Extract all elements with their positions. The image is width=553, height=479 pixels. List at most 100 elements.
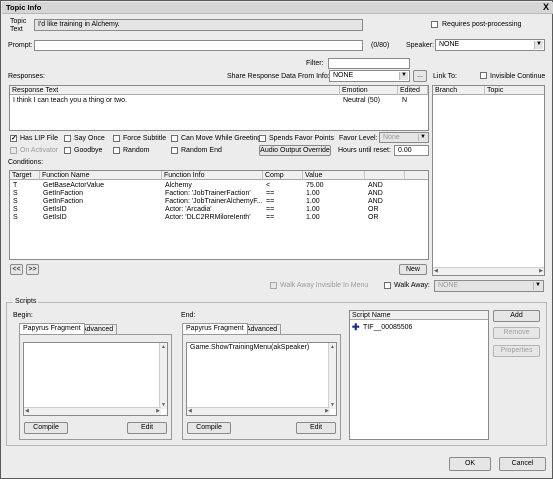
scroll-up-icon[interactable]: ▲ bbox=[330, 344, 335, 350]
begin-vscrollbar[interactable]: ▲ ▼ bbox=[159, 343, 167, 409]
condition-info-cell: Faction: 'JobTrainerFaction' bbox=[165, 190, 251, 197]
end-hscrollbar[interactable]: ◀ ▶ bbox=[187, 407, 330, 415]
favor-level-value: None bbox=[383, 134, 400, 141]
table-row[interactable]: S GetIsID Actor: 'Arcadia' == 1.00 OR bbox=[10, 206, 428, 214]
requires-post-processing-checkbox[interactable] bbox=[431, 21, 438, 28]
close-icon[interactable]: X bbox=[543, 2, 549, 12]
force-subtitle-checkbox[interactable] bbox=[113, 135, 120, 142]
responses-list[interactable]: Response Text Emotion Edited I think I c… bbox=[9, 85, 429, 131]
speaker-label: Speaker: bbox=[406, 42, 435, 49]
begin-edit-button[interactable]: Edit bbox=[127, 422, 167, 434]
table-row[interactable]: T GetBaseActorValue Alchemy <75.00 AND bbox=[10, 182, 428, 190]
goodbye-label: Goodbye bbox=[74, 147, 103, 154]
conditions-list[interactable]: Target Function Name Function Info Comp … bbox=[9, 170, 429, 260]
end-compile-button[interactable]: Compile bbox=[187, 422, 231, 434]
scroll-down-icon[interactable]: ▼ bbox=[330, 402, 335, 408]
col-target[interactable]: Target bbox=[10, 171, 40, 180]
table-row[interactable]: S GetInFaction Faction: 'JobTrainerAlchemy… bbox=[10, 198, 428, 206]
col-comp[interactable]: Comp bbox=[263, 171, 303, 180]
random-end-label: Random End bbox=[181, 147, 222, 154]
say-once-checkbox[interactable] bbox=[64, 135, 71, 142]
col-topic[interactable]: Topic bbox=[485, 86, 544, 95]
filter-input[interactable] bbox=[328, 58, 410, 69]
table-row[interactable]: S GetInFaction Faction: 'JobTrainerFaction… bbox=[10, 190, 428, 198]
end-vscrollbar[interactable]: ▲ ▼ bbox=[328, 343, 336, 409]
has-lip-file-label: Has LIP File bbox=[20, 135, 58, 142]
cancel-button[interactable]: Cancel bbox=[499, 457, 546, 471]
condition-target-cell: S bbox=[13, 214, 18, 221]
chevron-down-icon: ▼ bbox=[534, 41, 543, 49]
share-response-browse-button[interactable]: ... bbox=[413, 70, 427, 82]
col-branch[interactable]: Branch bbox=[433, 86, 485, 95]
goodbye-checkbox[interactable] bbox=[64, 147, 71, 154]
share-response-dropdown[interactable]: NONE ▼ bbox=[329, 70, 410, 82]
condition-logic-cell: OR bbox=[368, 206, 379, 213]
prompt-count: (0/80) bbox=[371, 42, 390, 49]
col-function-info[interactable]: Function Info bbox=[162, 171, 263, 180]
scroll-right-icon[interactable]: ▶ bbox=[539, 268, 543, 274]
scroll-up-icon[interactable]: ▲ bbox=[161, 344, 166, 350]
conditions-prev-button[interactable]: << bbox=[10, 264, 23, 275]
prompt-input[interactable] bbox=[34, 40, 363, 51]
random-checkbox[interactable] bbox=[113, 147, 120, 154]
topic-info-window: Topic Info X Topic Text I'd like trainin… bbox=[0, 0, 553, 479]
condition-info-cell: Actor: 'Arcadia' bbox=[165, 206, 212, 213]
script-list[interactable]: Script Name ✚ TIF__00085506 bbox=[349, 310, 489, 440]
response-edited-cell: N bbox=[402, 97, 408, 104]
hours-until-reset-label: Hours until reset: bbox=[338, 147, 391, 154]
scroll-right-icon[interactable]: ▶ bbox=[325, 408, 329, 414]
end-tab-papyrus-fragment[interactable]: Papyrus Fragment bbox=[182, 323, 248, 334]
on-activator-checkbox bbox=[10, 147, 17, 154]
begin-script-textarea[interactable]: ▲ ▼ ◀ ▶ bbox=[23, 342, 168, 416]
random-end-checkbox[interactable] bbox=[171, 147, 178, 154]
can-move-while-greeting-checkbox[interactable] bbox=[171, 135, 178, 142]
col-emotion[interactable]: Emotion bbox=[340, 86, 398, 95]
table-row[interactable]: I think I can teach you a thing or two. … bbox=[10, 96, 428, 105]
scroll-right-icon[interactable]: ▶ bbox=[156, 408, 160, 414]
ok-button[interactable]: OK bbox=[449, 457, 491, 471]
speaker-dropdown[interactable]: NONE ▼ bbox=[435, 39, 545, 51]
audio-output-override-button[interactable]: Audio Output Override bbox=[259, 145, 331, 156]
scroll-left-icon[interactable]: ◀ bbox=[188, 408, 192, 414]
col-script-name[interactable]: Script Name bbox=[350, 311, 488, 320]
end-edit-button[interactable]: Edit bbox=[296, 422, 336, 434]
condition-target-cell: T bbox=[13, 182, 18, 189]
walk-away-dropdown[interactable]: NONE ▼ bbox=[434, 280, 544, 292]
begin-tab-papyrus-fragment[interactable]: Papyrus Fragment bbox=[19, 323, 85, 334]
scroll-left-icon[interactable]: ◀ bbox=[434, 268, 438, 274]
responses-header: Response Text Emotion Edited bbox=[10, 86, 428, 95]
table-row[interactable]: S GetIsID Actor: 'DLC2RRMiloreIenth' == 1.00… bbox=[10, 214, 428, 222]
chevron-down-icon: ▼ bbox=[533, 282, 542, 290]
spends-favor-points-checkbox[interactable] bbox=[259, 135, 266, 142]
scroll-left-icon[interactable]: ◀ bbox=[25, 408, 29, 414]
col-response-text[interactable]: Response Text bbox=[10, 86, 340, 95]
condition-value-cell: 1.00 bbox=[306, 198, 320, 205]
hours-until-reset-input[interactable]: 0.00 bbox=[394, 145, 429, 156]
begin-compile-button[interactable]: Compile bbox=[24, 422, 68, 434]
list-item[interactable]: ✚ TIF__00085506 bbox=[352, 323, 482, 332]
invisible-continue-checkbox[interactable] bbox=[480, 72, 487, 79]
topic-text-field[interactable]: I'd like training in Alchemy. bbox=[34, 19, 363, 31]
col-function-name[interactable]: Function Name bbox=[40, 171, 162, 180]
col-value[interactable]: Value bbox=[303, 171, 365, 180]
col-edited[interactable]: Edited bbox=[398, 86, 428, 95]
condition-logic-cell: AND bbox=[368, 182, 383, 189]
favor-level-dropdown[interactable]: None ▼ bbox=[379, 132, 429, 143]
topic-text-value: I'd like training in Alchemy. bbox=[38, 21, 120, 28]
walk-away-checkbox[interactable] bbox=[384, 282, 391, 289]
condition-info-cell: Alchemy bbox=[165, 182, 192, 189]
conditions-next-button[interactable]: >> bbox=[26, 264, 39, 275]
plus-icon[interactable]: ✚ bbox=[352, 323, 360, 332]
link-to-hscrollbar[interactable]: ◀ ▶ bbox=[433, 267, 544, 275]
end-script-textarea[interactable]: Game.ShowTrainingMenu(akSpeaker) ▲ ▼ ◀ ▶ bbox=[186, 342, 337, 416]
col-logic[interactable] bbox=[365, 171, 405, 180]
link-to-list[interactable]: Branch Topic ◀ ▶ bbox=[432, 85, 545, 276]
has-lip-file-checkbox[interactable] bbox=[10, 134, 17, 142]
begin-hscrollbar[interactable]: ◀ ▶ bbox=[24, 407, 161, 415]
conditions-new-button[interactable]: New bbox=[399, 264, 427, 275]
add-script-button[interactable]: Add bbox=[493, 310, 540, 322]
title-bar: Topic Info X bbox=[2, 2, 553, 14]
scroll-down-icon[interactable]: ▼ bbox=[161, 402, 166, 408]
properties-button: Properties bbox=[493, 345, 540, 357]
spends-favor-points-label: Spends Favor Points bbox=[269, 135, 334, 142]
